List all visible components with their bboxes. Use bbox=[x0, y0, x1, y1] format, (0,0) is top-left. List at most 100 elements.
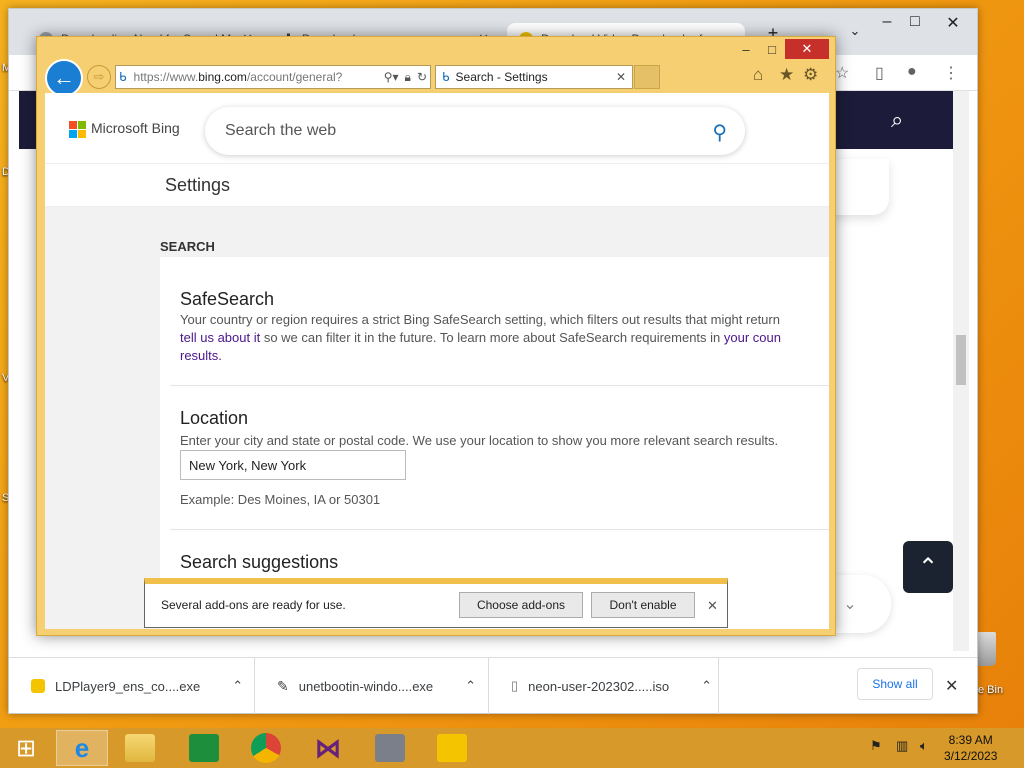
tab-title: Search - Settings bbox=[455, 70, 548, 84]
clock-time: 8:39 AM bbox=[948, 733, 993, 747]
search-icon[interactable]: ⌕ bbox=[891, 107, 903, 133]
taskbar-tool[interactable] bbox=[364, 730, 416, 766]
internet-explorer-icon: e bbox=[74, 732, 90, 763]
maximize-icon[interactable]: □ bbox=[757, 39, 787, 59]
sidebar-icon[interactable]: ▯ bbox=[875, 63, 884, 83]
divider bbox=[170, 529, 829, 530]
close-icon[interactable]: ✕ bbox=[707, 598, 718, 614]
recycle-bin-label[interactable]: e Bin bbox=[978, 684, 1003, 696]
addons-notification: Several add-ons are ready for use. Choos… bbox=[144, 578, 728, 628]
chrome-icon bbox=[251, 733, 281, 763]
notification-text: Several add-ons are ready for use. bbox=[161, 598, 346, 612]
forward-button[interactable]: ⇨ bbox=[87, 65, 111, 89]
ie-tab-active[interactable]: ᑲ Search - Settings ✕ bbox=[435, 65, 633, 89]
clock[interactable]: 8:39 AM 3/12/2023 bbox=[944, 732, 997, 764]
lock-icon[interactable]: 🔒︎ bbox=[402, 70, 414, 85]
arrow-right-icon: ⇨ bbox=[93, 69, 105, 84]
download-filename: LDPlayer9_ens_co....exe bbox=[55, 678, 201, 694]
back-button[interactable]: ← bbox=[45, 59, 83, 97]
visual-studio-icon: ⋈ bbox=[315, 732, 341, 763]
section-heading: SEARCH bbox=[160, 239, 215, 254]
download-filename: neon-user-202302.....iso bbox=[528, 678, 670, 694]
network-icon[interactable]: ▥ bbox=[896, 738, 908, 754]
bing-header: Microsoft Bing Search the web ⚲ bbox=[45, 93, 829, 163]
action-center-icon[interactable]: ⚑ bbox=[870, 738, 882, 754]
download-item[interactable]: LDPlayer9_ens_co....exe ⌃ bbox=[9, 658, 255, 714]
chevron-down-icon: ⌄ bbox=[843, 596, 857, 613]
search-placeholder: Search the web bbox=[225, 122, 337, 139]
results-link[interactable]: results. bbox=[180, 348, 222, 363]
search-icon[interactable]: ⚲▾ bbox=[381, 70, 402, 84]
chevron-up-icon[interactable]: ⌃ bbox=[465, 678, 476, 694]
scrollbar[interactable] bbox=[953, 91, 969, 651]
search-suggestions-title: Search suggestions bbox=[180, 552, 339, 572]
ldplayer-icon bbox=[31, 679, 45, 693]
home-icon[interactable]: ⌂ bbox=[753, 65, 763, 85]
show-all-button[interactable]: Show all bbox=[857, 668, 933, 700]
close-icon[interactable]: ✕ bbox=[933, 13, 973, 33]
menu-icon[interactable]: ⋮ bbox=[943, 63, 959, 83]
scroll-to-top-button[interactable]: ⌃ bbox=[903, 541, 953, 593]
star-icon[interactable]: ☆ bbox=[835, 63, 849, 83]
star-icon[interactable]: ★ bbox=[779, 65, 794, 85]
chevron-up-icon[interactable]: ⌃ bbox=[701, 678, 712, 694]
close-icon[interactable]: ✕ bbox=[785, 39, 829, 59]
location-title: Location bbox=[180, 408, 249, 428]
bing-icon: ᑲ bbox=[442, 70, 450, 84]
tool-icon bbox=[375, 734, 405, 762]
search-icon[interactable]: ⚲ bbox=[712, 120, 727, 145]
taskbar: ⊞ e ⋈ ⚑ ▥ 🔈︎ 8:39 AM 3/12/2023 bbox=[0, 728, 1024, 768]
tell-us-link[interactable]: tell us about it bbox=[180, 330, 260, 345]
choose-addons-button[interactable]: Choose add-ons bbox=[459, 592, 583, 618]
taskbar-internet-explorer[interactable]: e bbox=[56, 730, 108, 766]
clock-date: 3/12/2023 bbox=[944, 749, 998, 763]
bing-logo-text[interactable]: Microsoft Bing bbox=[91, 120, 180, 136]
country-link[interactable]: your coun bbox=[724, 330, 781, 345]
taskbar-store[interactable] bbox=[178, 730, 230, 766]
safesearch-text: tell us about it so we can filter it in … bbox=[180, 330, 781, 345]
internet-explorer-window: – □ ✕ ← ⇨ ᑲ https://www.bing.com/account… bbox=[36, 36, 836, 636]
store-icon bbox=[189, 734, 219, 762]
download-item[interactable]: ▯ neon-user-202302.....iso ⌃ bbox=[489, 658, 719, 714]
unetbootin-icon: ✎ bbox=[277, 677, 289, 694]
address-bar[interactable]: ᑲ https://www.bing.com/account/general? … bbox=[115, 65, 431, 89]
settings-card: SafeSearch Your country or region requir… bbox=[160, 257, 829, 629]
ldplayer-icon bbox=[437, 734, 467, 762]
gear-icon[interactable]: ⚙ bbox=[803, 65, 818, 85]
arrow-left-icon: ← bbox=[53, 65, 75, 90]
maximize-icon[interactable]: □ bbox=[895, 13, 935, 31]
url-text[interactable]: https://www.bing.com/account/general? bbox=[130, 70, 381, 84]
download-filename: unetbootin-windo....exe bbox=[298, 678, 434, 694]
chevron-up-icon: ⌃ bbox=[917, 553, 939, 581]
divider bbox=[170, 385, 829, 386]
folder-icon bbox=[125, 734, 155, 762]
taskbar-visual-studio[interactable]: ⋈ bbox=[302, 730, 354, 766]
new-tab-button[interactable] bbox=[634, 65, 660, 89]
location-example: Example: Des Moines, IA or 50301 bbox=[180, 492, 381, 507]
safesearch-title: SafeSearch bbox=[180, 289, 275, 309]
refresh-icon[interactable]: ↻ bbox=[414, 70, 430, 84]
microsoft-logo-icon[interactable] bbox=[69, 121, 86, 138]
taskbar-file-explorer[interactable] bbox=[114, 730, 166, 766]
taskbar-chrome[interactable] bbox=[240, 730, 292, 766]
taskbar-ldplayer[interactable] bbox=[426, 730, 478, 766]
file-icon: ▯ bbox=[511, 678, 519, 693]
bing-icon: ᑲ bbox=[119, 70, 127, 84]
safesearch-text: Your country or region requires a strict… bbox=[180, 312, 780, 327]
profile-icon[interactable]: ● bbox=[907, 63, 917, 81]
download-item[interactable]: ✎ unetbootin-windo....exe ⌃ bbox=[255, 658, 489, 714]
close-icon[interactable]: ✕ bbox=[616, 70, 626, 84]
download-bar: LDPlayer9_ens_co....exe ⌃ ✎ unetbootin-w… bbox=[9, 657, 977, 714]
volume-icon[interactable]: 🔈︎ bbox=[920, 738, 928, 754]
dont-enable-button[interactable]: Don't enable bbox=[591, 592, 695, 618]
windows-logo-icon: ⊞ bbox=[15, 734, 37, 762]
bing-settings-page: Microsoft Bing Search the web ⚲ Settings… bbox=[45, 93, 829, 629]
scrollbar-thumb[interactable] bbox=[956, 335, 966, 385]
safesearch-text: results. bbox=[180, 347, 829, 365]
location-input[interactable]: New York, New York bbox=[180, 450, 406, 480]
close-icon[interactable]: ✕ bbox=[945, 676, 958, 696]
chevron-up-icon[interactable]: ⌃ bbox=[232, 678, 243, 694]
start-button[interactable]: ⊞ bbox=[0, 730, 52, 766]
search-input[interactable]: Search the web ⚲ bbox=[205, 107, 745, 155]
page-title: Settings bbox=[45, 163, 829, 207]
